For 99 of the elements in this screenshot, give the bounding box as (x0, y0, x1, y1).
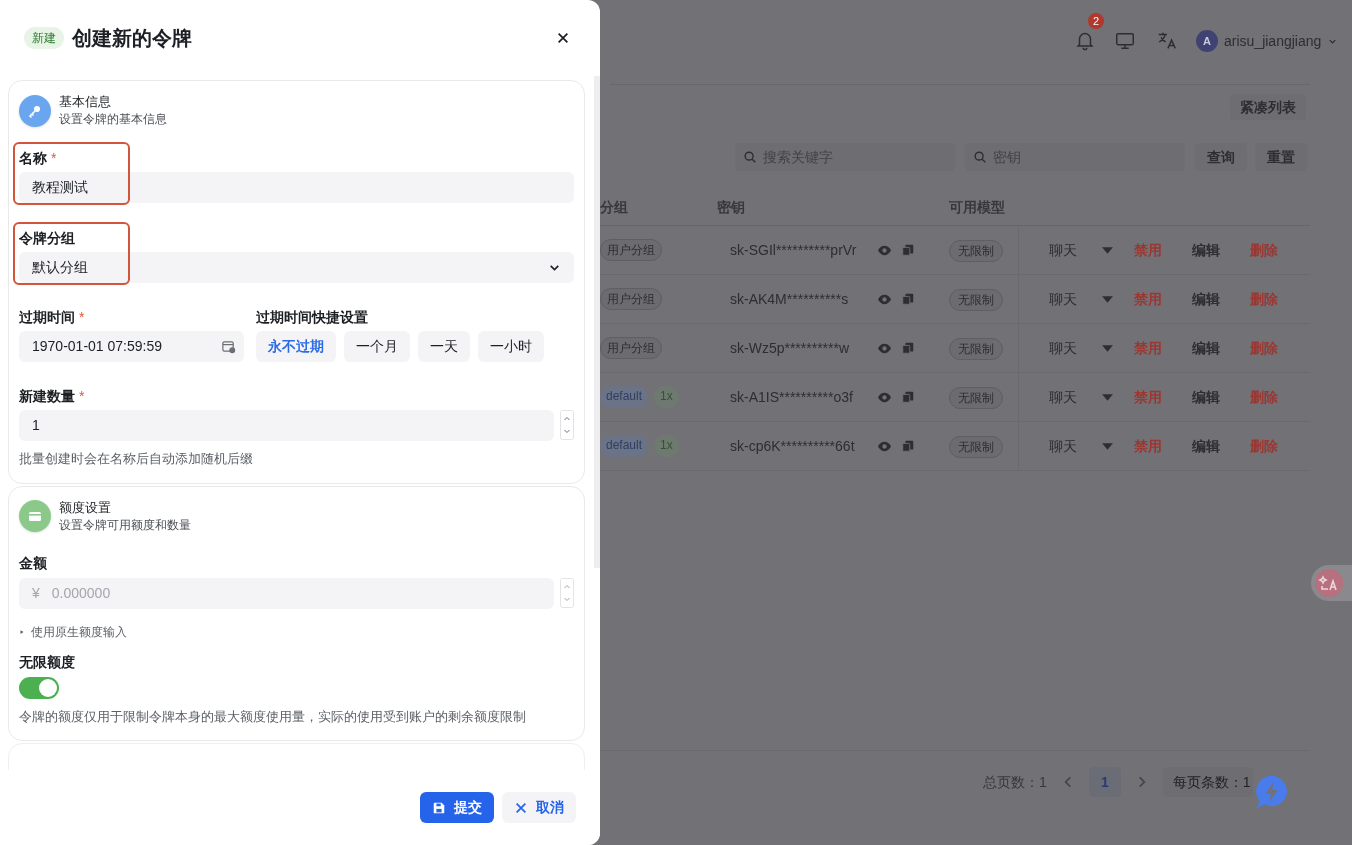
quick-expiry-button[interactable]: 一天 (418, 331, 470, 362)
action-button[interactable]: 删除 (1250, 288, 1278, 310)
field-label: 名称 (19, 148, 47, 168)
required-mark: * (51, 148, 57, 168)
username[interactable]: arisu_jiangjiang (1224, 30, 1322, 52)
field-label: 过期时间 (19, 307, 75, 327)
key-text: sk-cp6K**********66t (730, 436, 856, 456)
action-button[interactable]: 删除 (1250, 337, 1278, 359)
field-label: 令牌分组 (19, 228, 75, 248)
copy-icon[interactable] (901, 292, 915, 306)
notification-badge: 2 (1088, 13, 1104, 29)
submit-button[interactable]: 提交 (420, 792, 494, 823)
copy-icon[interactable] (901, 243, 915, 257)
model-tag: 无限制 (949, 387, 1003, 409)
cancel-button[interactable]: 取消 (502, 792, 576, 823)
column-header: 可用模型 (949, 198, 1006, 217)
action-button[interactable]: 禁用 (1134, 386, 1162, 408)
amount-input[interactable]: ¥ 0.000000 (19, 577, 554, 609)
section-title: 基本信息 (59, 93, 112, 111)
monitor-icon[interactable] (1114, 30, 1136, 52)
save-icon (432, 800, 446, 815)
column-header: 分组 (600, 198, 629, 217)
chat-button[interactable]: 聊天 (1049, 337, 1077, 359)
action-button[interactable]: 编辑 (1192, 239, 1220, 261)
section-icon (19, 500, 51, 532)
group-select[interactable]: 默认分组 (19, 252, 574, 283)
model-tag: 无限制 (949, 338, 1003, 360)
field-label: 过期时间快捷设置 (256, 307, 368, 327)
query-button[interactable]: 查询 (1195, 143, 1247, 171)
action-button[interactable]: 编辑 (1192, 288, 1220, 310)
group-tag: 用户分组 (600, 288, 662, 310)
chat-button[interactable]: 聊天 (1049, 435, 1077, 457)
required-mark: * (79, 386, 85, 406)
translate-icon[interactable] (1156, 30, 1178, 52)
hint-text: 令牌的额度仅用于限制令牌本身的最大额度使用量，实际的使用受到账户的剩余额度限制 (19, 707, 527, 726)
search-icon (973, 150, 987, 164)
action-button[interactable]: 禁用 (1134, 288, 1162, 310)
field-label: 新建数量 (19, 386, 75, 406)
field-label: 金额 (19, 554, 47, 573)
name-input[interactable]: 教程测试 (19, 172, 574, 203)
stepper-icon[interactable] (560, 410, 574, 440)
search-icon (743, 150, 757, 164)
close-icon[interactable] (556, 31, 570, 45)
group-tag: 用户分组 (600, 337, 662, 359)
quick-expiry-button[interactable]: 一个月 (344, 331, 410, 362)
group-tag: default (600, 435, 649, 457)
translate-float-button[interactable] (1311, 565, 1352, 601)
section-icon (19, 94, 51, 127)
page-button[interactable]: 1 (1088, 767, 1121, 797)
expiry-date-input[interactable]: 1970-01-01 07:59:59 (19, 331, 244, 362)
action-button[interactable]: 编辑 (1192, 386, 1220, 408)
model-tag: 无限制 (949, 436, 1003, 458)
key-text: sk-AK4M**********s (730, 289, 850, 309)
action-button[interactable]: 删除 (1250, 435, 1278, 457)
action-button[interactable]: 编辑 (1192, 435, 1220, 457)
chat-button[interactable]: 聊天 (1049, 239, 1077, 261)
key-text: sk-A1IS**********o3f (730, 387, 854, 407)
page-size-select[interactable]: 每页条数：1 (1162, 767, 1253, 797)
new-badge: 新建 (24, 27, 64, 49)
user-avatar[interactable]: A (1196, 30, 1218, 52)
copy-icon[interactable] (901, 390, 915, 404)
calendar-icon[interactable] (221, 339, 236, 354)
copy-icon[interactable] (901, 439, 915, 453)
action-button[interactable]: 禁用 (1134, 435, 1162, 457)
section-title: 额度设置 (59, 498, 112, 517)
group-tag: default (600, 386, 649, 408)
compact-list-button[interactable]: 紧凑列表 (1230, 94, 1306, 120)
field-label: 无限额度 (19, 653, 75, 672)
section-subtitle: 设置令牌的基本信息 (59, 111, 167, 128)
raw-input-toggle[interactable]: 使用原生额度输入 (19, 622, 127, 641)
group-tag: 用户分组 (600, 239, 662, 261)
action-button[interactable]: 删除 (1250, 386, 1278, 408)
chat-button[interactable]: 聊天 (1049, 288, 1077, 310)
quick-expiry-button[interactable]: 一小时 (478, 331, 544, 362)
translate-icon[interactable] (1315, 569, 1343, 597)
chat-button[interactable]: 聊天 (1049, 386, 1077, 408)
unlimited-switch[interactable] (19, 676, 59, 699)
count-input[interactable]: 1 (19, 410, 554, 441)
key-text: sk-SGIl**********prVr (730, 240, 858, 260)
model-tag: 无限制 (949, 289, 1003, 311)
group-tag: 1x (654, 435, 679, 457)
action-button[interactable]: 编辑 (1192, 337, 1220, 359)
hint-text: 批量创建时会在名称后自动添加随机后缀 (19, 450, 254, 468)
group-tag: 1x (654, 386, 679, 408)
expand-triangle-icon[interactable] (19, 628, 25, 635)
model-tag: 无限制 (949, 240, 1003, 262)
required-mark: * (79, 307, 85, 327)
drawer-title: 创建新的令牌 (72, 26, 192, 51)
scrollbar-thumb[interactable] (594, 76, 600, 568)
action-button[interactable]: 删除 (1250, 239, 1278, 261)
column-header: 密钥 (717, 198, 746, 217)
action-button[interactable]: 禁用 (1134, 337, 1162, 359)
section-subtitle: 设置令牌可用额度和数量 (59, 516, 191, 534)
copy-icon[interactable] (901, 341, 915, 355)
quick-expiry-button[interactable]: 永不过期 (256, 331, 336, 362)
reset-button[interactable]: 重置 (1255, 143, 1307, 171)
close-icon (514, 800, 528, 815)
action-button[interactable]: 禁用 (1134, 239, 1162, 261)
key-text: sk-Wz5p**********w (730, 338, 851, 358)
